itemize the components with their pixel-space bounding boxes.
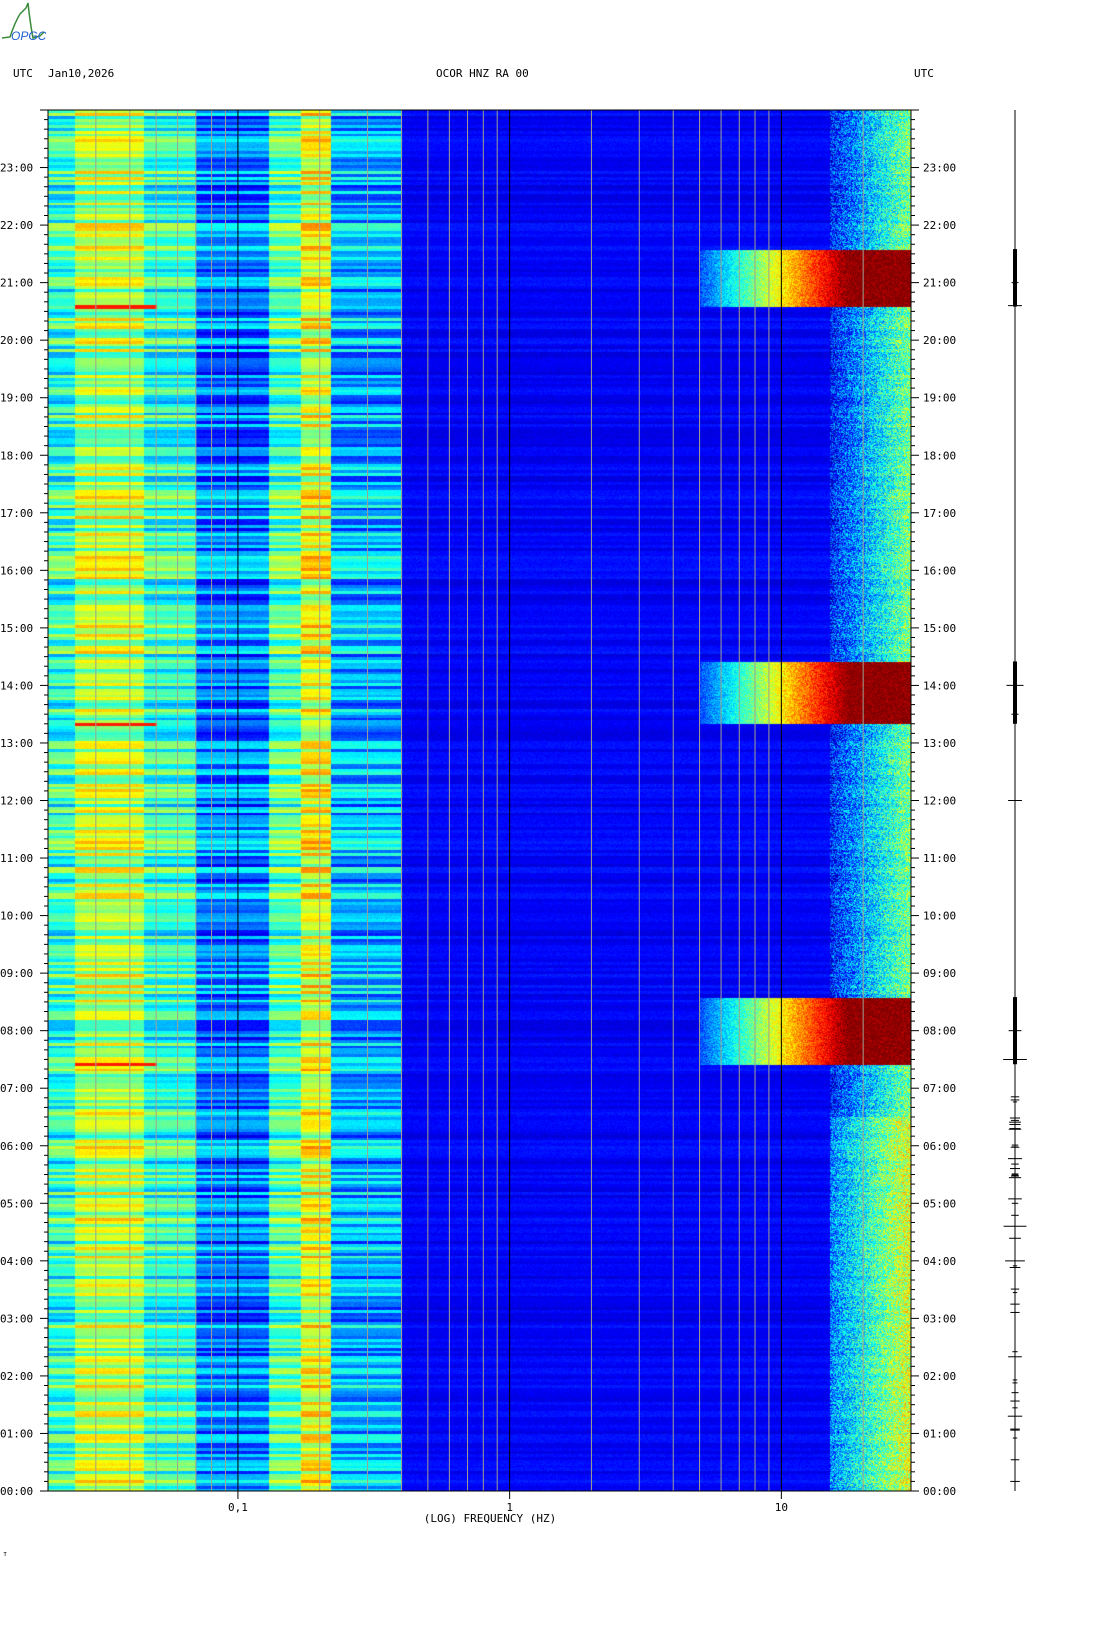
date-label: Jan10,2026 [48,67,115,80]
y-tick-label-left: 21:00 [0,277,33,290]
y-tick-label-left: 03:00 [0,1312,33,1325]
y-tick-label-left: 18:00 [0,449,33,462]
y-tick-label-left: 10:00 [0,910,33,923]
y-tick-label-right: 22:00 [923,219,956,232]
y-tick-label-right: 17:00 [923,507,956,520]
x-tick-label: 10 [775,1501,788,1514]
y-tick-label-right: 21:00 [923,277,956,290]
footer-mark: ᴛ [3,1550,8,1558]
y-tick-label-left: 00:00 [0,1485,33,1498]
y-tick-label-left: 05:00 [0,1197,33,1210]
y-tick-label-right: 03:00 [923,1312,956,1325]
y-tick-label-left: 06:00 [0,1140,33,1153]
y-tick-label-right: 00:00 [923,1485,956,1498]
utc-label-right: UTC [914,67,934,80]
y-tick-label-right: 15:00 [923,622,956,635]
y-tick-label-right: 19:00 [923,392,956,405]
y-tick-label-right: 16:00 [923,564,956,577]
y-tick-label-right: 01:00 [923,1427,956,1440]
svg-text:OPGC: OPGC [11,29,47,43]
y-tick-label-left: 11:00 [0,852,33,865]
y-tick-label-right: 05:00 [923,1197,956,1210]
y-tick-label-left: 14:00 [0,679,33,692]
y-tick-label-right: 06:00 [923,1140,956,1153]
y-tick-label-right: 10:00 [923,910,956,923]
y-tick-label-left: 12:00 [0,795,33,808]
y-tick-label-right: 07:00 [923,1082,956,1095]
seismogram-event-burst [1013,661,1017,724]
y-tick-label-left: 23:00 [0,162,33,175]
x-axis-label: (LOG) FREQUENCY (HZ) [424,1512,556,1525]
x-tick-label: 1 [506,1501,513,1514]
y-tick-label-left: 13:00 [0,737,33,750]
y-tick-label-right: 20:00 [923,334,956,347]
y-tick-label-right: 14:00 [923,679,956,692]
y-tick-label-right: 02:00 [923,1370,956,1383]
y-tick-label-left: 08:00 [0,1025,33,1038]
y-tick-label-left: 04:00 [0,1255,33,1268]
y-tick-label-right: 11:00 [923,852,956,865]
seismogram-event-burst [1013,249,1017,307]
seismogram-event-burst [1013,997,1017,1065]
y-tick-label-right: 18:00 [923,449,956,462]
y-tick-label-left: 16:00 [0,564,33,577]
spectrogram-heatmap [48,110,911,1491]
x-tick-label: 0,1 [228,1501,248,1514]
y-tick-label-left: 17:00 [0,507,33,520]
opgc-logo: OPGC [1,2,47,43]
y-tick-label-left: 19:00 [0,392,33,405]
utc-label-left: UTC [13,67,33,80]
y-tick-label-right: 09:00 [923,967,956,980]
y-tick-label-left: 02:00 [0,1370,33,1383]
y-tick-label-left: 01:00 [0,1427,33,1440]
y-tick-label-right: 13:00 [923,737,956,750]
y-tick-label-left: 22:00 [0,219,33,232]
station-title: OCOR HNZ RA 00 [436,67,529,80]
y-tick-label-right: 12:00 [923,795,956,808]
y-tick-label-left: 09:00 [0,967,33,980]
y-tick-label-right: 23:00 [923,162,956,175]
y-tick-label-left: 15:00 [0,622,33,635]
y-tick-label-left: 20:00 [0,334,33,347]
y-tick-label-left: 07:00 [0,1082,33,1095]
y-tick-label-right: 08:00 [923,1025,956,1038]
y-tick-label-right: 04:00 [923,1255,956,1268]
